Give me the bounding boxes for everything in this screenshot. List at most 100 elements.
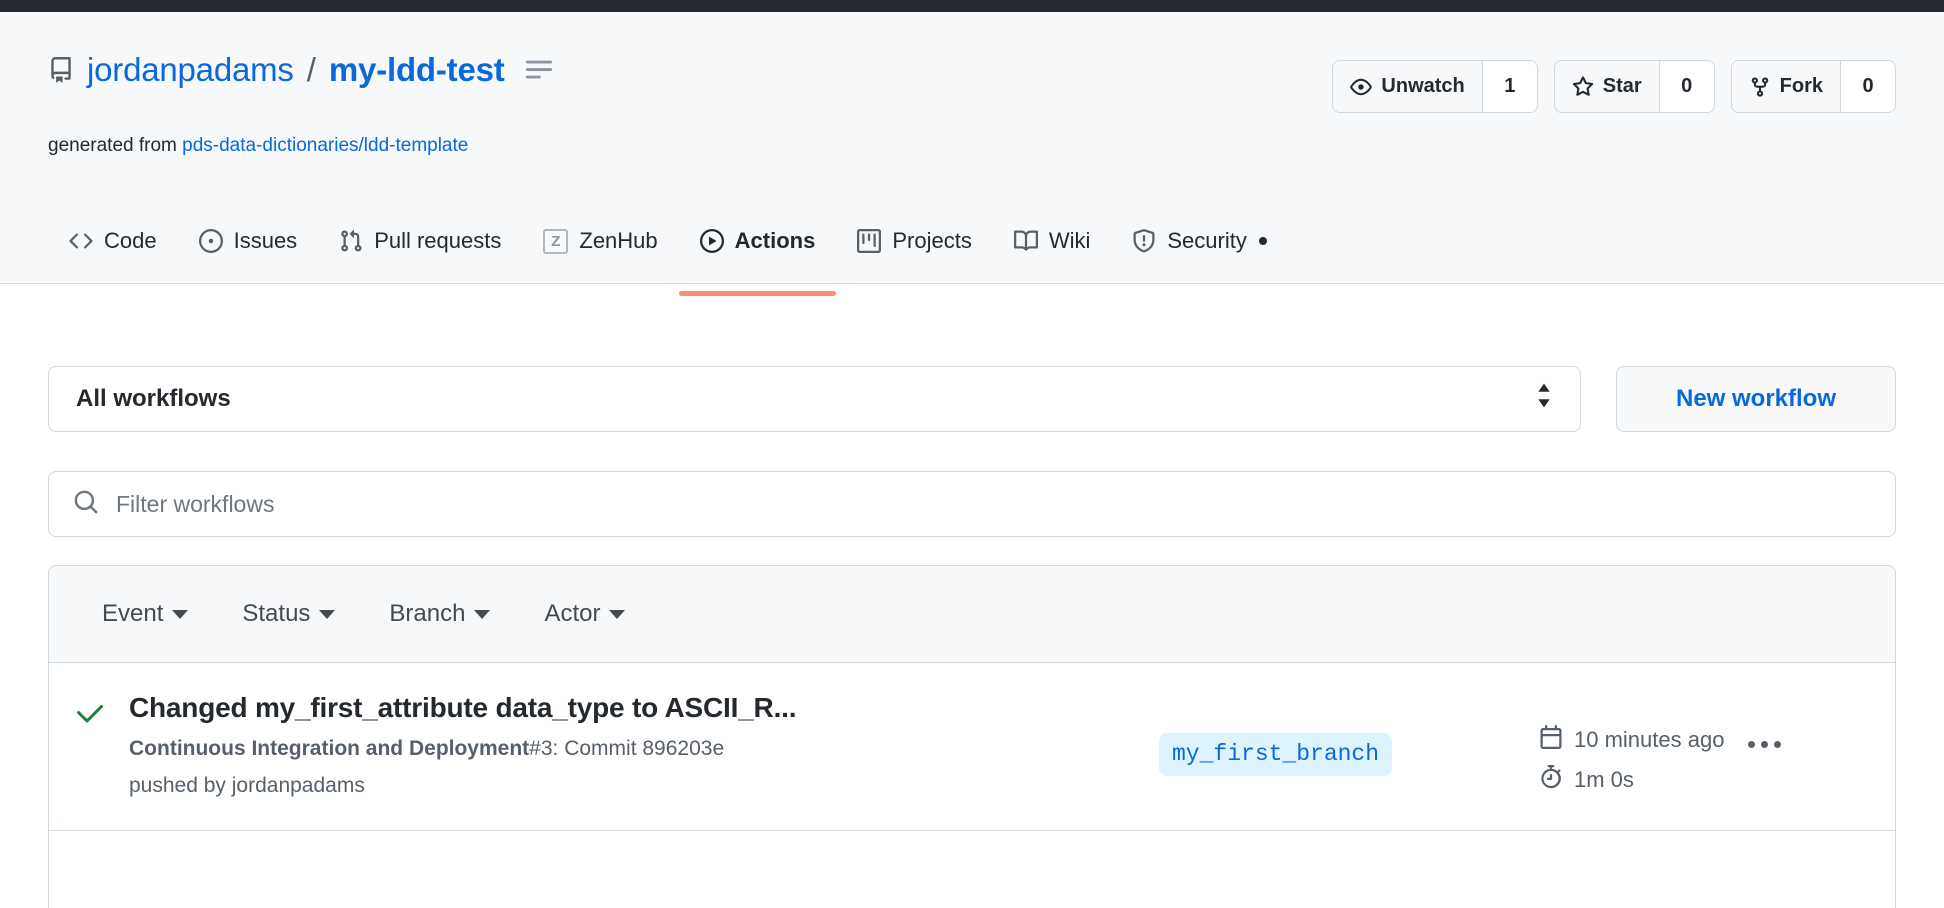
filter-event-dropdown[interactable]: Event: [75, 600, 215, 628]
chevron-down-icon: [319, 609, 336, 619]
repo-generated-from: generated from pds-data-dictionaries/ldd…: [48, 134, 468, 159]
git-pull-request-icon: [339, 229, 363, 253]
tab-security[interactable]: Security: [1111, 213, 1287, 269]
play-icon: [699, 229, 724, 253]
tab-wiki-label: Wiki: [1048, 228, 1091, 253]
run-trigger: : Commit 896203e: [552, 736, 725, 760]
tab-code[interactable]: Code: [48, 213, 178, 269]
tab-projects[interactable]: Projects: [836, 213, 992, 269]
run-number: #3: [529, 736, 553, 760]
star-button-group[interactable]: Star 0: [1553, 60, 1715, 113]
tab-zenhub-label: ZenHub: [579, 228, 658, 253]
fork-count[interactable]: 0: [1841, 61, 1895, 112]
zenhub-icon: Z: [543, 228, 569, 254]
search-icon: [73, 489, 99, 520]
kebab-dot: [1748, 741, 1756, 748]
run-times: 10 minutes ago 1m 0s: [1539, 725, 1724, 795]
workflow-run-row-partial[interactable]: [49, 831, 1895, 891]
fork-button[interactable]: Fork: [1731, 61, 1841, 112]
shield-icon: [1132, 229, 1156, 253]
tab-actions[interactable]: Actions: [678, 213, 837, 296]
github-actions-page: jordanpadams / my-ldd-test generated fro…: [0, 0, 1944, 908]
run-subtitle: Continuous Integration and Deployment#3:…: [129, 734, 1159, 764]
code-icon: [69, 229, 93, 253]
project-icon: [857, 229, 882, 253]
watch-count[interactable]: 1: [1482, 61, 1537, 112]
repository-nav-tabs: Code Issues Pull requests Z ZenHub Actio…: [48, 202, 1288, 296]
workflow-runs-filter-bar: Event Status Branch Actor: [49, 566, 1895, 663]
chevron-down-icon: [474, 609, 491, 619]
run-relative-time-label: 10 minutes ago: [1574, 727, 1725, 752]
repo-list-icon[interactable]: [518, 55, 554, 85]
repo-icon: [48, 56, 74, 84]
run-relative-time: 10 minutes ago: [1539, 725, 1724, 755]
run-status-success-icon: [75, 689, 115, 734]
new-workflow-button[interactable]: New workflow: [1616, 366, 1896, 432]
generated-from-label: generated from: [48, 135, 177, 156]
run-branch-cell: my_first_branch: [1159, 689, 1539, 776]
all-workflows-select-value: All workflows: [76, 385, 231, 412]
star-label: Star: [1602, 75, 1642, 97]
tab-code-label: Code: [104, 228, 157, 253]
fork-button-group[interactable]: Fork 0: [1730, 60, 1896, 113]
star-count[interactable]: 0: [1659, 61, 1714, 112]
repository-title: jordanpadams / my-ldd-test: [48, 51, 554, 88]
book-icon: [1013, 229, 1038, 253]
run-timing-cell: 10 minutes ago 1m 0s: [1539, 689, 1869, 795]
workflow-run-row[interactable]: Changed my_first_attribute data_type to …: [49, 663, 1895, 831]
all-workflows-select[interactable]: All workflows: [48, 366, 1581, 432]
unwatch-label: Unwatch: [1381, 75, 1465, 97]
repo-action-buttons: Unwatch 1 Star 0 Fork 0: [1332, 60, 1896, 113]
star-button[interactable]: Star: [1554, 61, 1660, 112]
calendar-icon: [1539, 725, 1563, 755]
run-workflow-name: Continuous Integration and Deployment: [129, 736, 530, 760]
kebab-dot: [1761, 741, 1769, 748]
filter-workflows-field[interactable]: [48, 471, 1896, 537]
fork-icon: [1749, 76, 1771, 98]
tab-zenhub[interactable]: Z ZenHub: [522, 213, 678, 269]
filter-actor-dropdown[interactable]: Actor: [517, 600, 652, 628]
filter-workflows-input[interactable]: [116, 490, 1871, 518]
repository-header: jordanpadams / my-ldd-test generated fro…: [0, 12, 1944, 296]
repo-separator: /: [306, 51, 316, 88]
filter-actor-label: Actor: [544, 600, 601, 627]
repo-name-link[interactable]: my-ldd-test: [329, 51, 505, 88]
active-tab-underline: [678, 291, 837, 296]
run-pushed-by: pushed by jordanpadams: [129, 774, 365, 798]
run-options-menu-button[interactable]: [1748, 725, 1782, 748]
filter-event-label: Event: [102, 600, 164, 627]
run-title[interactable]: Changed my_first_attribute data_type to …: [129, 689, 1159, 727]
tab-projects-label: Projects: [892, 228, 972, 253]
watch-button-group[interactable]: Unwatch 1: [1332, 60, 1538, 113]
tab-wiki[interactable]: Wiki: [993, 213, 1112, 269]
run-duration: 1m 0s: [1539, 765, 1724, 795]
tab-issues[interactable]: Issues: [178, 213, 319, 269]
eye-icon: [1350, 76, 1373, 98]
template-repo-link[interactable]: pds-data-dictionaries/ldd-template: [182, 135, 468, 156]
chevron-down-icon: [172, 609, 189, 619]
stopwatch-icon: [1539, 765, 1563, 795]
tab-issues-label: Issues: [233, 228, 298, 253]
top-dark-bar: [0, 0, 1944, 12]
tab-pull-requests-label: Pull requests: [374, 228, 502, 253]
filter-branch-label: Branch: [389, 600, 466, 627]
repo-owner-link[interactable]: jordanpadams: [87, 51, 294, 88]
tab-actions-label: Actions: [734, 228, 816, 253]
workflow-toolbar: All workflows New workflow: [48, 366, 1896, 432]
unwatch-button[interactable]: Unwatch: [1333, 61, 1483, 112]
fork-label: Fork: [1779, 75, 1823, 97]
filter-status-dropdown[interactable]: Status: [215, 600, 362, 628]
issue-opened-icon: [198, 229, 223, 253]
chevron-updown-icon: [1534, 381, 1554, 418]
filter-branch-dropdown[interactable]: Branch: [362, 600, 517, 628]
star-icon: [1572, 75, 1594, 98]
run-info: Changed my_first_attribute data_type to …: [115, 689, 1159, 802]
run-branch-badge[interactable]: my_first_branch: [1159, 733, 1393, 776]
tab-security-label: Security: [1167, 228, 1247, 253]
tab-pull-requests[interactable]: Pull requests: [318, 213, 522, 269]
chevron-down-icon: [609, 609, 626, 619]
workflow-runs-box: Event Status Branch Actor Changed my_fir…: [48, 565, 1896, 908]
kebab-dot: [1774, 741, 1782, 748]
filter-status-label: Status: [242, 600, 311, 627]
run-duration-label: 1m 0s: [1574, 767, 1634, 792]
